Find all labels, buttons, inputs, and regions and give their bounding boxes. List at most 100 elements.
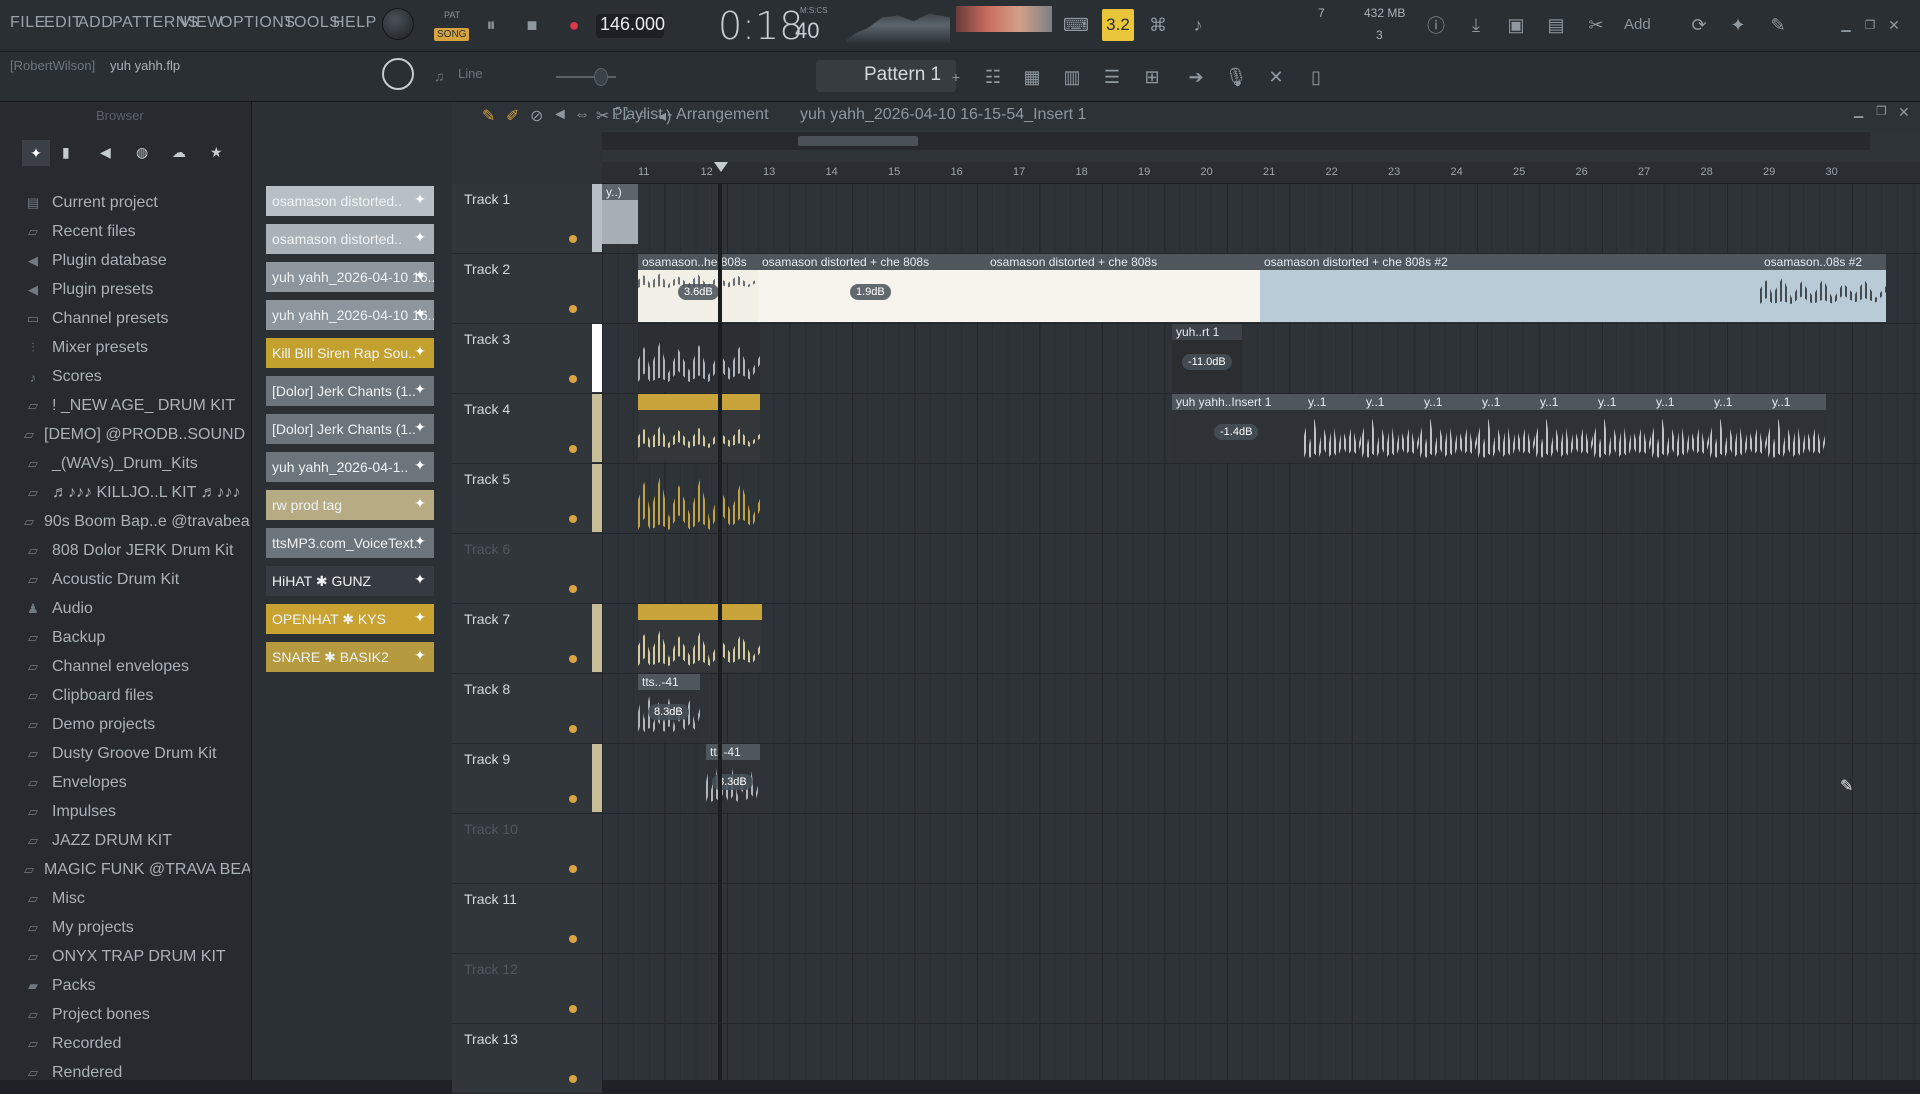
channel-item[interactable]: SNARE ✱ BASIK2 ✦ — [266, 642, 434, 672]
pencil-tool-icon[interactable]: ✎ — [482, 106, 495, 126]
channel-item[interactable]: rw prod tag ✦ — [266, 490, 434, 520]
clip-track2-d[interactable]: osamason distorted + che 808s #2 — [1260, 254, 1760, 322]
clip-track3-b[interactable]: yuh..rt 1 -11.0dB — [1172, 324, 1242, 392]
snap-display[interactable]: 3.2 — [1102, 9, 1134, 41]
browser-item[interactable]: ▱ Rendered — [24, 1060, 250, 1086]
track-mute-toggle[interactable] — [569, 1005, 577, 1013]
browser-item[interactable]: ▱ Dusty Groove Drum Kit — [24, 741, 250, 767]
track-header[interactable]: Track 4 — [452, 394, 602, 464]
menu-help[interactable]: HELP — [333, 14, 377, 32]
browser-tab-cloud-icon[interactable]: ☁ — [172, 144, 186, 161]
channel-item[interactable]: osamason distorted.. ✦ — [266, 186, 434, 216]
channel-rack-icon[interactable]: ▦ — [1016, 60, 1048, 94]
track-mute-toggle[interactable] — [569, 235, 577, 243]
clip-track4-slice[interactable]: y..1 — [1536, 394, 1594, 462]
browser-item[interactable]: ▤ Current project — [24, 190, 250, 216]
document-icon[interactable]: ▯ — [1300, 60, 1332, 94]
clip-track7[interactable] — [638, 604, 762, 672]
clip-track4-slice[interactable]: y..1 — [1304, 394, 1362, 462]
track-mute-toggle[interactable] — [569, 515, 577, 523]
clip-track3-a[interactable] — [638, 324, 760, 392]
stop-button[interactable]: ■ — [516, 8, 548, 42]
playlist-scrollbar[interactable] — [602, 132, 1870, 150]
clip-track4-a[interactable] — [638, 394, 760, 462]
info-icon[interactable]: ⓘ — [1420, 8, 1452, 42]
arrangement-grid[interactable]: y..) osamason..he 808s 3.6dB osamason disto… — [602, 184, 1920, 1094]
clip-track8[interactable]: tts..-41 8.3dB — [638, 674, 700, 742]
clip-track2-a[interactable]: osamason..he 808s 3.6dB — [638, 254, 758, 322]
track-mute-toggle[interactable] — [569, 655, 577, 663]
pitch-slider-handle[interactable] — [594, 68, 608, 86]
clip-track4-slice[interactable]: y..1 — [1768, 394, 1826, 462]
channel-item[interactable]: [Dolor] Jerk Chants (1.. ✦ — [266, 414, 434, 444]
browser-item[interactable]: ♟ Audio — [24, 596, 250, 622]
arrow-right-icon[interactable]: ➔ — [1180, 60, 1212, 94]
scissors-icon[interactable]: ✂ — [1580, 8, 1612, 42]
clip-track4-slice[interactable]: y..1 — [1420, 394, 1478, 462]
channel-drag-icon[interactable]: ✦ — [410, 305, 430, 325]
playlist-close-icon[interactable]: ✕ — [1898, 104, 1910, 121]
track-mute-toggle[interactable] — [569, 585, 577, 593]
pause-button[interactable]: ⏸ — [475, 8, 507, 42]
channel-drag-icon[interactable]: ✦ — [410, 647, 430, 667]
clip-track4-slice[interactable]: y..1 — [1478, 394, 1536, 462]
browser-item[interactable]: ▱ 808 Dolor JERK Drum Kit — [24, 538, 250, 564]
slip-tool-icon[interactable]: ⇔ — [574, 106, 590, 124]
track-header[interactable]: Track 8 — [452, 674, 602, 744]
fruit-icon[interactable]: ✦ — [1722, 8, 1754, 42]
clip-track4-slice[interactable]: y..1 — [1710, 394, 1768, 462]
clip-track4-slice[interactable]: y..1 — [1652, 394, 1710, 462]
pattern-add-icon[interactable]: + — [940, 60, 972, 94]
track-header[interactable]: Track 12 — [452, 954, 602, 1024]
browser-item[interactable]: ▱ Recorded — [24, 1031, 250, 1057]
plugin-picker-icon[interactable]: ⊞ — [1136, 60, 1168, 94]
clip-track5[interactable] — [638, 464, 762, 532]
track-header[interactable]: Track 10 — [452, 814, 602, 884]
browser-tab-star-icon[interactable]: ★ — [210, 144, 223, 161]
menu-tools[interactable]: TOOLS — [284, 14, 340, 32]
channel-drag-icon[interactable]: ✦ — [410, 229, 430, 249]
channel-item[interactable]: yuh yahh_2026-04-10 16.. ✦ — [266, 262, 434, 292]
track-mute-toggle[interactable] — [569, 375, 577, 383]
track-header[interactable]: Track 11 — [452, 884, 602, 954]
channel-drag-icon[interactable]: ✦ — [410, 495, 430, 515]
microphone-icon[interactable]: 🎙 — [1220, 60, 1252, 94]
master-volume-knob[interactable] — [382, 8, 414, 40]
song-mode-toggle[interactable]: SONG — [434, 28, 470, 41]
typing-keyboard-icon[interactable]: ⌘ — [1142, 8, 1174, 42]
snap-knob[interactable] — [382, 58, 414, 90]
time-display[interactable]: 0:18 — [718, 4, 803, 48]
track-mute-toggle[interactable] — [569, 865, 577, 873]
menu-edit[interactable]: EDIT — [44, 14, 82, 32]
slice-tool-icon[interactable]: ✂ — [596, 106, 609, 126]
track-header[interactable]: Track 5 — [452, 464, 602, 534]
channel-item[interactable]: ttsMP3.com_VoiceText.. ✦ — [266, 528, 434, 558]
playlist-view-icon[interactable]: ☷ — [977, 60, 1009, 94]
track-header[interactable]: Track 3 — [452, 324, 602, 394]
channel-drag-icon[interactable]: ✦ — [410, 381, 430, 401]
refresh-icon[interactable]: ⟳ — [1683, 8, 1715, 42]
track-mute-toggle[interactable] — [569, 305, 577, 313]
channel-item[interactable]: osamason distorted.. ✦ — [266, 224, 434, 254]
channel-drag-icon[interactable]: ✦ — [410, 533, 430, 553]
download-icon[interactable]: ⤓ — [1460, 8, 1492, 42]
browser-item[interactable]: ▱ My projects — [24, 915, 250, 941]
browser-item[interactable]: ▱ Acoustic Drum Kit — [24, 567, 250, 593]
channel-drag-icon[interactable]: ✦ — [410, 343, 430, 363]
snap-mode-select[interactable]: Line — [458, 66, 483, 81]
browser-item[interactable]: ▱ ONYX TRAP DRUM KIT — [24, 944, 250, 970]
playlist-restore-icon[interactable]: ❐ — [1876, 104, 1887, 118]
track-mute-toggle[interactable] — [569, 795, 577, 803]
pattern-name[interactable]: Pattern 1 — [864, 64, 941, 86]
browser-item[interactable]: ▱ Backup — [24, 625, 250, 651]
browser-item[interactable]: ▱ 90s Boom Bap..e @travabeats — [24, 509, 250, 535]
playlist-minimize-icon[interactable]: ▁ — [1854, 104, 1863, 118]
piano-roll-icon[interactable]: ▥ — [1056, 60, 1088, 94]
channel-item[interactable]: HiHAT ✱ GUNZ ✦ — [266, 566, 434, 596]
clip-track2-c[interactable]: osamason distorted + che 808s — [986, 254, 1260, 322]
clip-track4-slice[interactable]: y..1 — [1594, 394, 1652, 462]
browser-item[interactable]: ▱ _(WAVs)_Drum_Kits — [24, 451, 250, 477]
cut-tool-icon[interactable]: ✕ — [1260, 60, 1292, 94]
export-icon[interactable]: ▤ — [1540, 8, 1572, 42]
piano-keyboard-icon[interactable]: ⌨ — [1060, 8, 1092, 42]
